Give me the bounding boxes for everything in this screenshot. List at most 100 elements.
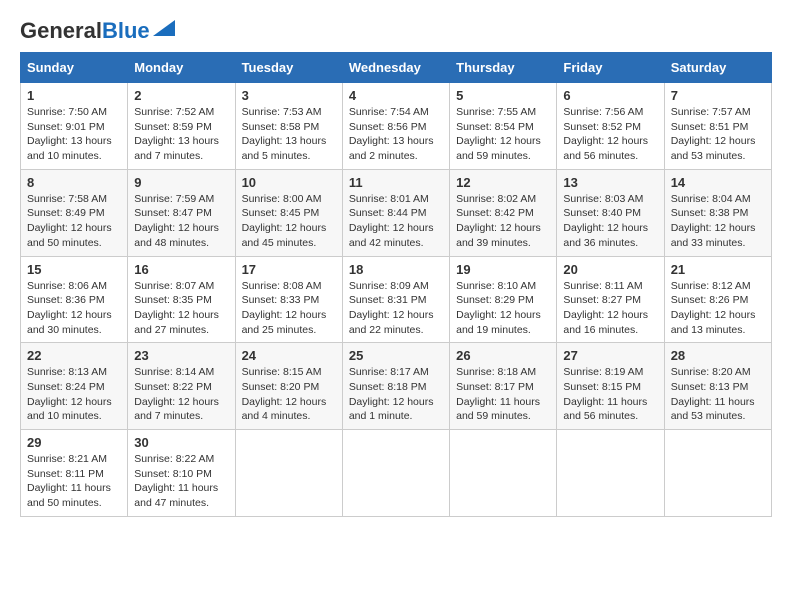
calendar-week-3: 15 Sunrise: 8:06 AM Sunset: 8:36 PM Dayl… <box>21 256 772 343</box>
day-number: 21 <box>671 262 765 277</box>
header-thursday: Thursday <box>450 53 557 83</box>
day-number: 9 <box>134 175 228 190</box>
day-info: Sunrise: 8:18 AM Sunset: 8:17 PM Dayligh… <box>456 365 550 424</box>
day-info: Sunrise: 8:01 AM Sunset: 8:44 PM Dayligh… <box>349 192 443 251</box>
day-info: Sunrise: 8:17 AM Sunset: 8:18 PM Dayligh… <box>349 365 443 424</box>
calendar-table: SundayMondayTuesdayWednesdayThursdayFrid… <box>20 52 772 517</box>
calendar-cell: 10 Sunrise: 8:00 AM Sunset: 8:45 PM Dayl… <box>235 169 342 256</box>
calendar-cell: 5 Sunrise: 7:55 AM Sunset: 8:54 PM Dayli… <box>450 83 557 170</box>
day-info: Sunrise: 8:14 AM Sunset: 8:22 PM Dayligh… <box>134 365 228 424</box>
day-info: Sunrise: 8:00 AM Sunset: 8:45 PM Dayligh… <box>242 192 336 251</box>
calendar-cell: 4 Sunrise: 7:54 AM Sunset: 8:56 PM Dayli… <box>342 83 449 170</box>
day-number: 16 <box>134 262 228 277</box>
day-info: Sunrise: 7:52 AM Sunset: 8:59 PM Dayligh… <box>134 105 228 164</box>
calendar-cell <box>235 430 342 517</box>
day-number: 25 <box>349 348 443 363</box>
day-number: 20 <box>563 262 657 277</box>
day-number: 13 <box>563 175 657 190</box>
day-number: 8 <box>27 175 121 190</box>
header-sunday: Sunday <box>21 53 128 83</box>
day-info: Sunrise: 7:57 AM Sunset: 8:51 PM Dayligh… <box>671 105 765 164</box>
day-number: 30 <box>134 435 228 450</box>
day-info: Sunrise: 8:22 AM Sunset: 8:10 PM Dayligh… <box>134 452 228 511</box>
day-info: Sunrise: 7:56 AM Sunset: 8:52 PM Dayligh… <box>563 105 657 164</box>
day-info: Sunrise: 7:53 AM Sunset: 8:58 PM Dayligh… <box>242 105 336 164</box>
day-info: Sunrise: 7:58 AM Sunset: 8:49 PM Dayligh… <box>27 192 121 251</box>
page-header: GeneralBlue <box>20 20 772 42</box>
calendar-cell <box>557 430 664 517</box>
day-info: Sunrise: 7:55 AM Sunset: 8:54 PM Dayligh… <box>456 105 550 164</box>
logo: GeneralBlue <box>20 20 175 42</box>
calendar-cell: 27 Sunrise: 8:19 AM Sunset: 8:15 PM Dayl… <box>557 343 664 430</box>
day-number: 14 <box>671 175 765 190</box>
calendar-cell: 2 Sunrise: 7:52 AM Sunset: 8:59 PM Dayli… <box>128 83 235 170</box>
day-info: Sunrise: 8:06 AM Sunset: 8:36 PM Dayligh… <box>27 279 121 338</box>
day-number: 5 <box>456 88 550 103</box>
calendar-cell: 18 Sunrise: 8:09 AM Sunset: 8:31 PM Dayl… <box>342 256 449 343</box>
day-number: 17 <box>242 262 336 277</box>
calendar-cell: 19 Sunrise: 8:10 AM Sunset: 8:29 PM Dayl… <box>450 256 557 343</box>
calendar-cell: 17 Sunrise: 8:08 AM Sunset: 8:33 PM Dayl… <box>235 256 342 343</box>
calendar-cell: 24 Sunrise: 8:15 AM Sunset: 8:20 PM Dayl… <box>235 343 342 430</box>
day-number: 7 <box>671 88 765 103</box>
day-info: Sunrise: 7:54 AM Sunset: 8:56 PM Dayligh… <box>349 105 443 164</box>
calendar-cell: 11 Sunrise: 8:01 AM Sunset: 8:44 PM Dayl… <box>342 169 449 256</box>
calendar-cell: 16 Sunrise: 8:07 AM Sunset: 8:35 PM Dayl… <box>128 256 235 343</box>
day-number: 10 <box>242 175 336 190</box>
day-number: 23 <box>134 348 228 363</box>
calendar-cell: 3 Sunrise: 7:53 AM Sunset: 8:58 PM Dayli… <box>235 83 342 170</box>
day-number: 15 <box>27 262 121 277</box>
day-number: 24 <box>242 348 336 363</box>
calendar-cell <box>450 430 557 517</box>
logo-text: GeneralBlue <box>20 20 150 42</box>
day-number: 18 <box>349 262 443 277</box>
day-number: 27 <box>563 348 657 363</box>
day-info: Sunrise: 8:04 AM Sunset: 8:38 PM Dayligh… <box>671 192 765 251</box>
day-info: Sunrise: 8:13 AM Sunset: 8:24 PM Dayligh… <box>27 365 121 424</box>
header-monday: Monday <box>128 53 235 83</box>
day-number: 19 <box>456 262 550 277</box>
day-info: Sunrise: 8:20 AM Sunset: 8:13 PM Dayligh… <box>671 365 765 424</box>
calendar-header-row: SundayMondayTuesdayWednesdayThursdayFrid… <box>21 53 772 83</box>
day-info: Sunrise: 8:08 AM Sunset: 8:33 PM Dayligh… <box>242 279 336 338</box>
calendar-cell: 6 Sunrise: 7:56 AM Sunset: 8:52 PM Dayli… <box>557 83 664 170</box>
day-number: 11 <box>349 175 443 190</box>
calendar-week-1: 1 Sunrise: 7:50 AM Sunset: 9:01 PM Dayli… <box>21 83 772 170</box>
day-number: 6 <box>563 88 657 103</box>
day-info: Sunrise: 8:15 AM Sunset: 8:20 PM Dayligh… <box>242 365 336 424</box>
day-number: 3 <box>242 88 336 103</box>
calendar-cell <box>664 430 771 517</box>
calendar-cell: 26 Sunrise: 8:18 AM Sunset: 8:17 PM Dayl… <box>450 343 557 430</box>
calendar-week-2: 8 Sunrise: 7:58 AM Sunset: 8:49 PM Dayli… <box>21 169 772 256</box>
calendar-week-4: 22 Sunrise: 8:13 AM Sunset: 8:24 PM Dayl… <box>21 343 772 430</box>
calendar-cell: 28 Sunrise: 8:20 AM Sunset: 8:13 PM Dayl… <box>664 343 771 430</box>
header-friday: Friday <box>557 53 664 83</box>
day-info: Sunrise: 8:11 AM Sunset: 8:27 PM Dayligh… <box>563 279 657 338</box>
day-info: Sunrise: 8:09 AM Sunset: 8:31 PM Dayligh… <box>349 279 443 338</box>
calendar-cell: 12 Sunrise: 8:02 AM Sunset: 8:42 PM Dayl… <box>450 169 557 256</box>
day-info: Sunrise: 8:07 AM Sunset: 8:35 PM Dayligh… <box>134 279 228 338</box>
calendar-cell: 20 Sunrise: 8:11 AM Sunset: 8:27 PM Dayl… <box>557 256 664 343</box>
day-info: Sunrise: 8:21 AM Sunset: 8:11 PM Dayligh… <box>27 452 121 511</box>
day-info: Sunrise: 8:12 AM Sunset: 8:26 PM Dayligh… <box>671 279 765 338</box>
day-number: 1 <box>27 88 121 103</box>
day-number: 12 <box>456 175 550 190</box>
day-number: 28 <box>671 348 765 363</box>
calendar-cell: 9 Sunrise: 7:59 AM Sunset: 8:47 PM Dayli… <box>128 169 235 256</box>
day-number: 29 <box>27 435 121 450</box>
logo-icon <box>153 20 175 36</box>
header-tuesday: Tuesday <box>235 53 342 83</box>
calendar-cell: 14 Sunrise: 8:04 AM Sunset: 8:38 PM Dayl… <box>664 169 771 256</box>
day-info: Sunrise: 7:50 AM Sunset: 9:01 PM Dayligh… <box>27 105 121 164</box>
day-info: Sunrise: 8:10 AM Sunset: 8:29 PM Dayligh… <box>456 279 550 338</box>
day-number: 26 <box>456 348 550 363</box>
calendar-week-5: 29 Sunrise: 8:21 AM Sunset: 8:11 PM Dayl… <box>21 430 772 517</box>
day-info: Sunrise: 8:19 AM Sunset: 8:15 PM Dayligh… <box>563 365 657 424</box>
logo-blue: Blue <box>102 18 150 43</box>
calendar-cell: 21 Sunrise: 8:12 AM Sunset: 8:26 PM Dayl… <box>664 256 771 343</box>
calendar-cell: 7 Sunrise: 7:57 AM Sunset: 8:51 PM Dayli… <box>664 83 771 170</box>
calendar-cell: 13 Sunrise: 8:03 AM Sunset: 8:40 PM Dayl… <box>557 169 664 256</box>
header-saturday: Saturday <box>664 53 771 83</box>
header-wednesday: Wednesday <box>342 53 449 83</box>
calendar-cell: 15 Sunrise: 8:06 AM Sunset: 8:36 PM Dayl… <box>21 256 128 343</box>
